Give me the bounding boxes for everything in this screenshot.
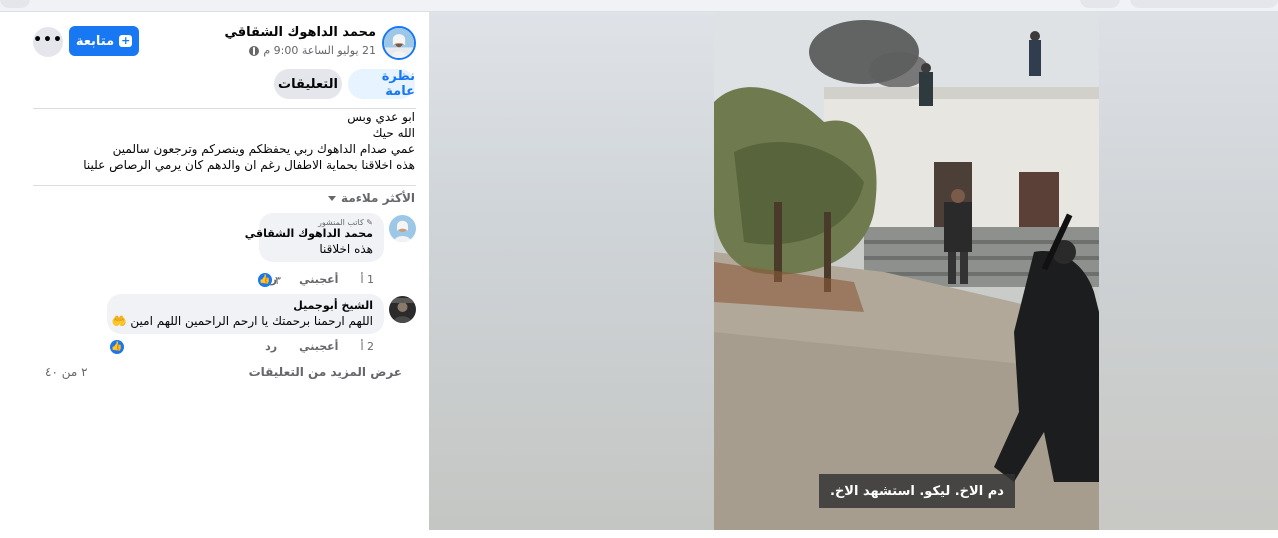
post-text-line: هذه اخلاقنا بحماية الاطفال رغم ان والدهم…	[83, 158, 415, 172]
post-side-panel: محمد الداهوك الشقاقي 21 يوليو الساعة 9:0…	[0, 12, 429, 538]
author-avatar[interactable]	[382, 26, 416, 60]
video-caption: دم الاخ. ليكو. استشهد الاخ.	[819, 474, 1015, 508]
comment-actions: 2 أ أعجبني رد	[265, 340, 374, 353]
comment-bubble: ✎ كاتب المنشور محمد الداهوك الشقاقي هذه …	[245, 213, 384, 262]
chevron-down-icon	[328, 195, 337, 201]
comment-age[interactable]: 2 أ	[360, 340, 374, 353]
reaction-count-value: ٣	[275, 273, 281, 287]
comment-author[interactable]: محمد الداهوك الشقاقي	[245, 227, 373, 240]
media-viewer[interactable]: دم الاخ. ليكو. استشهد الاخ.	[429, 12, 1278, 530]
comment-count: ٢ من ٤٠	[45, 365, 88, 379]
blurred-backdrop	[1099, 12, 1278, 530]
globe-icon	[249, 45, 260, 56]
post-text: ابو عدي وبس الله حيك عمي صدام الداهوك رب…	[20, 109, 415, 173]
comment-age[interactable]: 1 أ	[360, 273, 374, 286]
reply-button[interactable]: رد	[265, 340, 277, 353]
post-meta: 21 يوليو الساعة 9:00 م	[249, 44, 376, 57]
follow-button[interactable]: + متابعة	[69, 26, 139, 56]
reaction-count[interactable]: 👍 ٣	[258, 273, 281, 287]
like-icon: 👍	[258, 273, 272, 287]
comment-author[interactable]: الشيخ أبوجميل	[118, 299, 373, 312]
comment-bubble: الشيخ أبوجميل اللهم ارحمنا برحمتك يا ارح…	[107, 294, 384, 334]
top-navigation-bar	[0, 0, 1278, 12]
tab-comments[interactable]: التعليقات	[274, 69, 342, 99]
sort-label: الأكثر ملاءمة	[341, 191, 415, 205]
view-more-comments-link[interactable]: عرض المزيد من التعليقات	[249, 365, 402, 379]
comment-sort-dropdown[interactable]: الأكثر ملاءمة	[328, 191, 415, 205]
bottom-strip	[429, 530, 1278, 538]
blurred-backdrop	[429, 12, 714, 530]
post-text-line: ابو عدي وبس	[347, 110, 415, 124]
more-options-button[interactable]: •••	[33, 27, 63, 57]
nav-pill[interactable]	[1080, 0, 1120, 8]
commenter-avatar[interactable]	[389, 215, 416, 242]
video-frame[interactable]	[714, 12, 1099, 530]
post-timestamp[interactable]: 21 يوليو الساعة 9:00 م	[263, 44, 376, 57]
like-icon: 👍	[110, 340, 124, 354]
add-friend-icon: +	[119, 34, 133, 47]
tab-overview[interactable]: نظرة عامة	[348, 69, 415, 99]
divider	[33, 185, 416, 186]
nav-pill[interactable]	[0, 0, 30, 8]
commenter-avatar[interactable]	[389, 296, 416, 323]
like-button[interactable]: أعجبني	[299, 273, 338, 286]
author-badge: ✎ كاتب المنشور	[270, 218, 373, 227]
reaction-count[interactable]: 👍	[110, 340, 127, 354]
pencil-icon: ✎	[366, 218, 373, 227]
like-button[interactable]: أعجبني	[299, 340, 338, 353]
post-text-line: عمي صدام الداهوك ربي يحفظكم وينصركم وترج…	[112, 142, 415, 156]
comment-text: اللهم ارحمنا برحمتك يا ارحم الراحمين الل…	[111, 314, 373, 328]
author-badge-label: كاتب المنشور	[318, 218, 364, 227]
comment-actions: 1 أ أعجبني رد	[265, 273, 374, 286]
author-name[interactable]: محمد الداهوك الشقاقي	[224, 25, 376, 40]
comment-text: هذه اخلاقنا	[319, 242, 373, 256]
post-text-line: الله حيك	[372, 126, 415, 140]
follow-label: متابعة	[75, 33, 115, 49]
nav-pill[interactable]	[1130, 0, 1278, 8]
